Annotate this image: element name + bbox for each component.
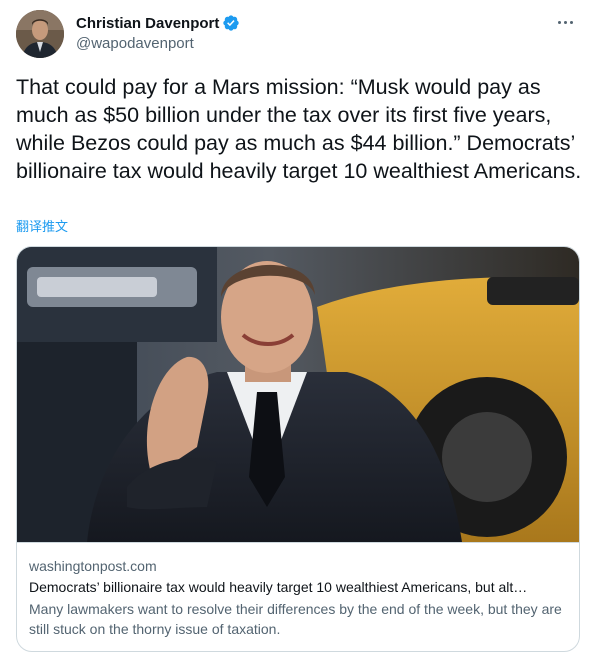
- card-domain: washingtonpost.com: [29, 558, 157, 574]
- verified-badge-icon: [223, 15, 240, 31]
- tweet: Christian Davenport @wapodavenport That …: [0, 0, 591, 667]
- card-image[interactable]: [17, 247, 579, 542]
- link-preview-card[interactable]: washingtonpost.com Democrats’ billionair…: [16, 246, 580, 652]
- author-display-name[interactable]: Christian Davenport: [76, 15, 219, 32]
- author-info: Christian Davenport @wapodavenport: [76, 13, 240, 52]
- avatar-photo-icon: [16, 10, 64, 58]
- author-handle[interactable]: @wapodavenport: [76, 35, 240, 52]
- tweet-text: That could pay for a Mars mission: “Musk…: [16, 75, 582, 183]
- card-meta[interactable]: washingtonpost.com Democrats’ billionair…: [17, 542, 579, 651]
- translate-tweet-link[interactable]: 翻译推文: [16, 216, 68, 235]
- author-avatar[interactable]: [16, 10, 64, 58]
- more-options-icon[interactable]: [553, 12, 577, 32]
- article-photo: [17, 247, 579, 542]
- card-title: Democrats’ billionaire tax would heavily…: [29, 579, 528, 595]
- card-description: Many lawmakers want to resolve their dif…: [29, 601, 562, 637]
